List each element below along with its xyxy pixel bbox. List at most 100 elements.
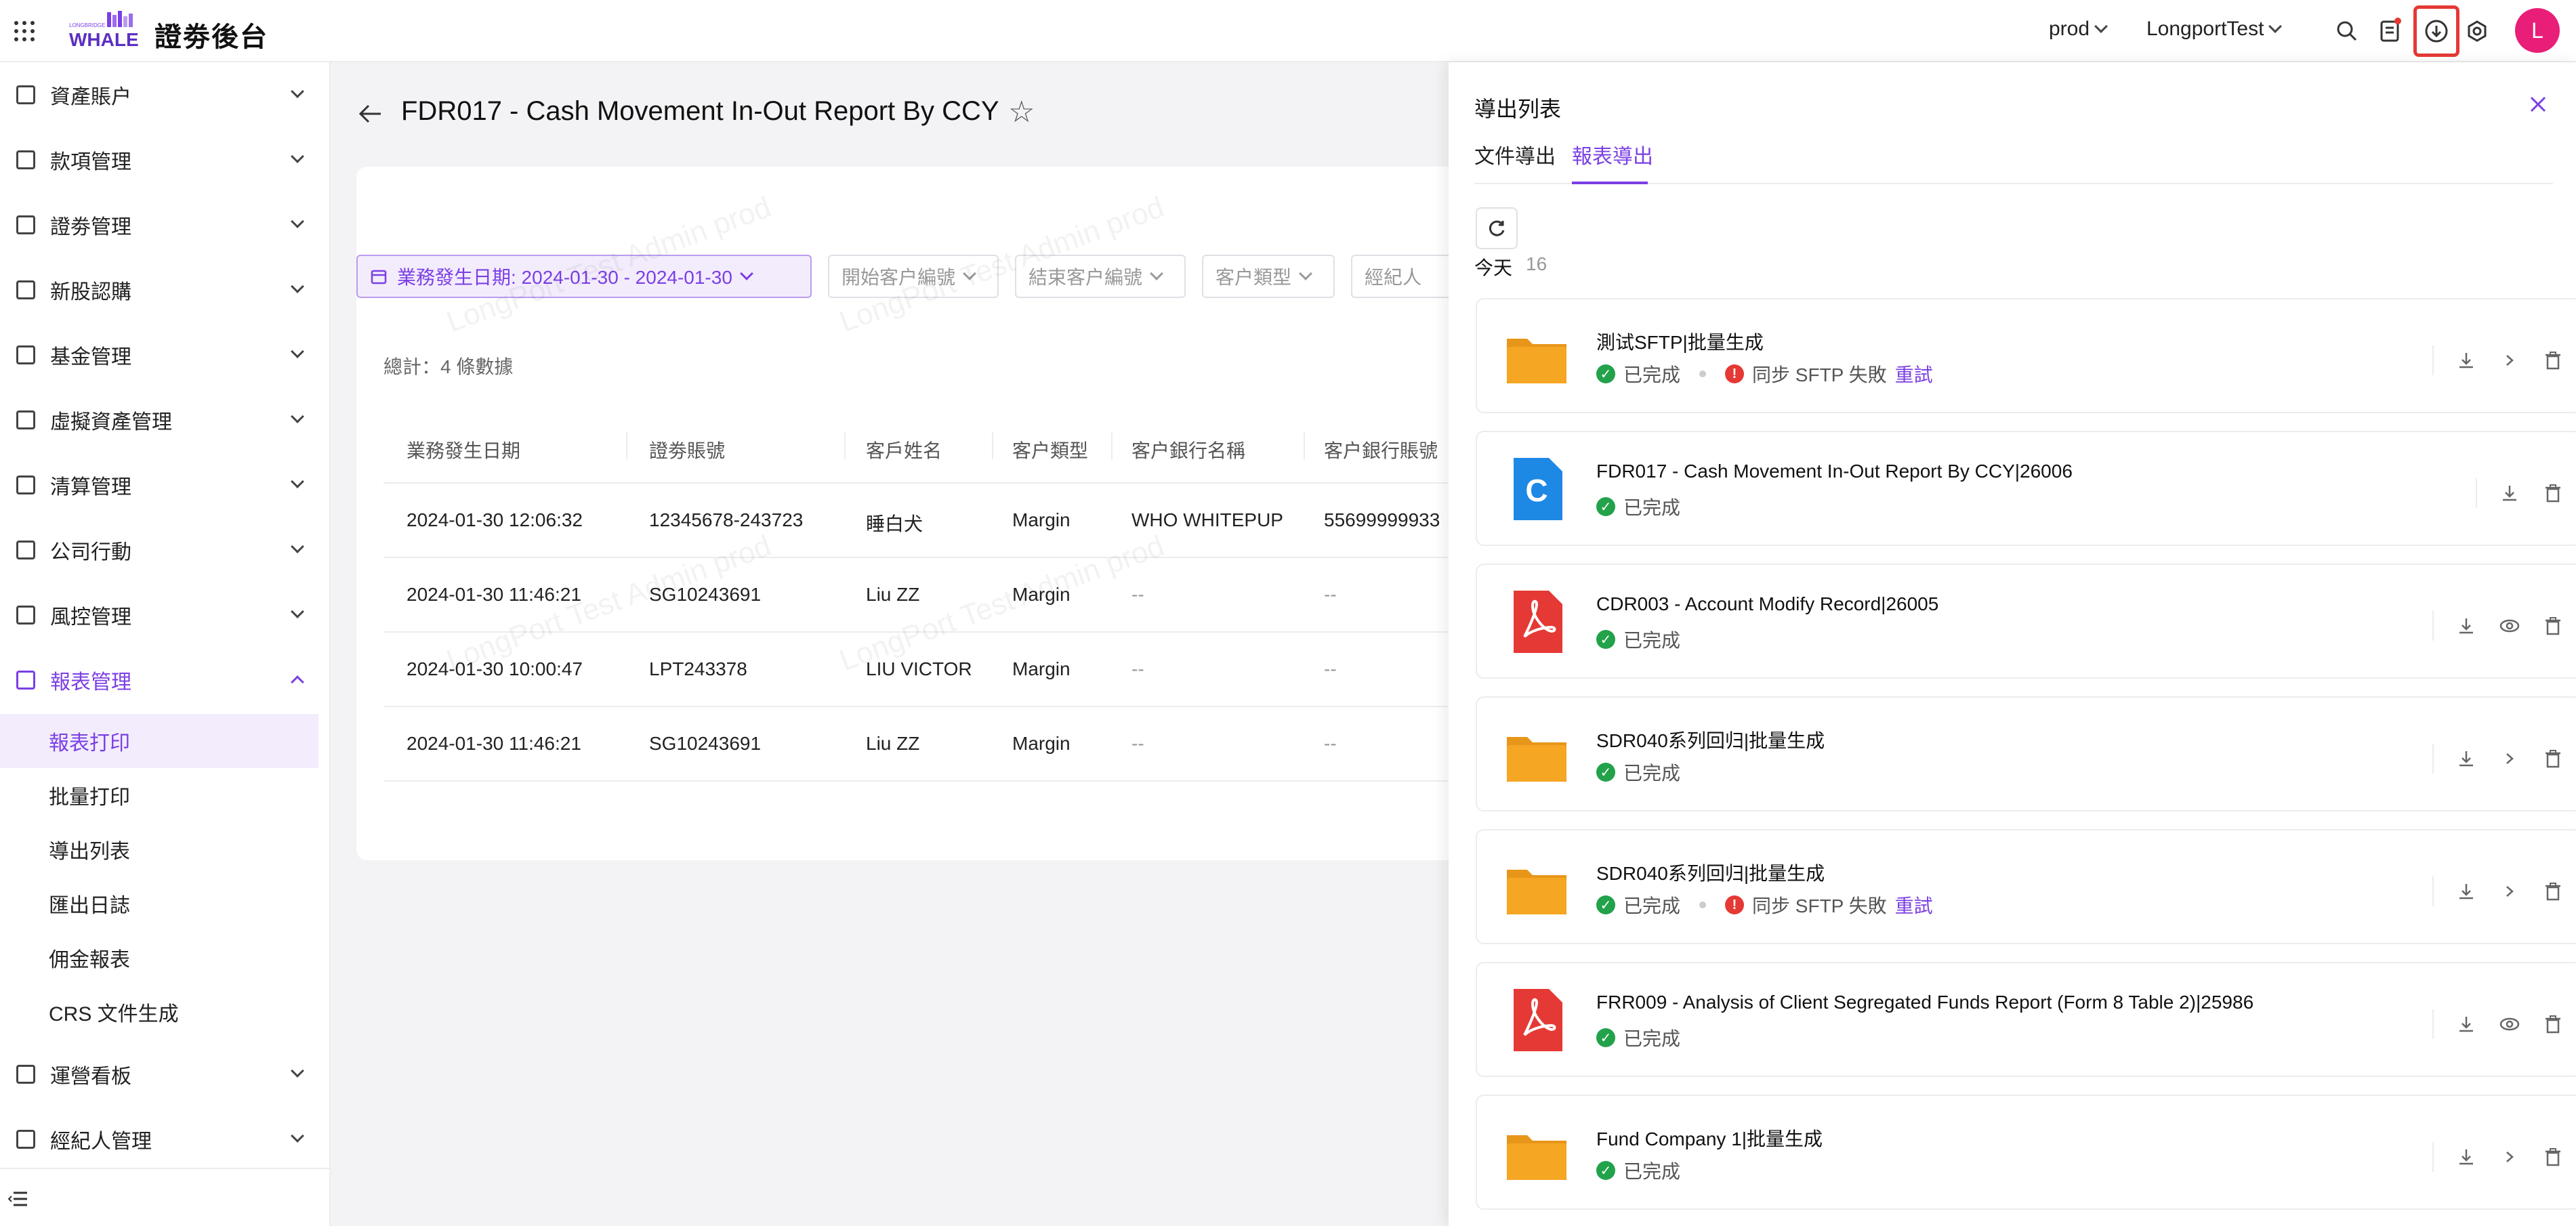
sidebar-item-securities[interactable]: 證劵管理	[0, 192, 331, 257]
tab-file-export[interactable]: 文件導出	[1474, 140, 1556, 169]
trash-icon[interactable]	[2542, 615, 2564, 637]
sidebar-item-label: 運營看板	[50, 1065, 131, 1088]
env-value: prod	[2049, 18, 2090, 40]
account-select[interactable]: LongportTest	[2146, 18, 2283, 41]
retry-link[interactable]: 重試	[1895, 360, 1933, 387]
download-icon[interactable]	[2455, 350, 2477, 371]
sidebar-item-assets[interactable]: 資產賬户	[0, 62, 331, 127]
cell: --	[1131, 658, 1144, 679]
cell: SG10243691	[649, 733, 762, 754]
trash-icon[interactable]	[2542, 482, 2564, 504]
line-chart-icon	[16, 1065, 35, 1084]
collapse-menu-icon[interactable]	[7, 1191, 28, 1207]
chevron-down-icon	[740, 267, 753, 280]
sidebar-subitem-report-print[interactable]: 報表打印	[0, 714, 318, 768]
chevron-down-icon	[291, 540, 304, 553]
status-text: 已完成	[1623, 763, 1681, 784]
favorite-star-icon[interactable]: ☆	[1008, 95, 1035, 129]
sidebar-subitem-crs-file[interactable]: CRS 文件生成	[0, 985, 318, 1039]
refresh-button[interactable]	[1476, 207, 1518, 249]
download-icon[interactable]	[2455, 1146, 2477, 1168]
sidebar-item-label: 資產賬户	[50, 86, 131, 108]
chevron-right-icon[interactable]	[2499, 748, 2520, 769]
sidebar-item-reports[interactable]: 報表管理	[0, 648, 331, 713]
csv-file-icon: C	[1514, 458, 1562, 520]
client-type-select[interactable]: 客户類型	[1202, 255, 1335, 298]
search-icon[interactable]	[2333, 18, 2361, 45]
tab-report-export[interactable]: 報表導出	[1572, 140, 1653, 169]
cell: 12345678-243723	[649, 509, 804, 530]
trash-icon[interactable]	[2542, 350, 2564, 371]
chevron-right-icon[interactable]	[2499, 350, 2520, 371]
active-tab-indicator	[1572, 182, 1648, 184]
svg-text:C: C	[1525, 473, 1547, 508]
today-label: 今天	[1474, 257, 1513, 278]
retry-link[interactable]: 重試	[1895, 891, 1933, 918]
export-item-name: Fund Company 1|批量生成	[1596, 1128, 1823, 1149]
trash-icon[interactable]	[2542, 748, 2564, 769]
cell: Liu ZZ	[866, 733, 920, 754]
sidebar-item-clearing[interactable]: 清算管理	[0, 452, 331, 517]
col-header: 客户類型	[1012, 440, 1089, 461]
sidebar-subitem-export-list[interactable]: 導出列表	[0, 822, 318, 876]
close-icon[interactable]	[2526, 92, 2550, 117]
client-type-placeholder: 客户類型	[1216, 267, 1292, 288]
check-circle-icon: ✓	[1596, 497, 1615, 516]
chevron-down-icon	[2268, 20, 2283, 33]
sidebar-item-label: 新股認購	[50, 281, 131, 303]
status-text: 已完成	[1623, 1161, 1681, 1182]
trash-icon[interactable]	[2542, 1146, 2564, 1168]
sidebar-item-broker-mgmt[interactable]: 經紀人管理	[0, 1107, 331, 1172]
eye-icon[interactable]	[2499, 1013, 2520, 1035]
sidebar-subitem-export-log[interactable]: 匯出日誌	[0, 876, 318, 931]
export-item-status: ✓ 已完成	[1596, 1157, 1680, 1184]
logo-word: WHALE	[69, 29, 139, 49]
cell: Margin	[1012, 658, 1071, 679]
sidebar-item-label: 證劵管理	[50, 216, 131, 238]
chevron-right-icon[interactable]	[2499, 881, 2520, 902]
export-item-status: ✓ 已完成 ! 同步 SFTP 失敗 重試	[1596, 360, 1933, 387]
sidebar-item-risk[interactable]: 風控管理	[0, 583, 331, 648]
table-row[interactable]: 2024-01-30 11:46:21 SG10243691 Liu ZZ Ma…	[383, 707, 1447, 782]
download-icon[interactable]	[2455, 881, 2477, 902]
report-icon	[16, 671, 35, 690]
sidebar-item-virtual-assets[interactable]: 虛擬資產管理	[0, 387, 331, 452]
download-icon[interactable]	[2455, 615, 2477, 637]
sidebar-item-fund-mgmt[interactable]: 基金管理	[0, 322, 331, 387]
export-item-status: ✓ 已完成	[1596, 1024, 1680, 1051]
sidebar-subitem-batch-print[interactable]: 批量打印	[0, 768, 318, 822]
eye-icon[interactable]	[2499, 615, 2520, 637]
download-icon[interactable]	[2455, 1013, 2477, 1035]
chevron-down-icon	[291, 280, 304, 293]
item-actions	[2476, 478, 2564, 508]
sidebar-item-corporate-actions[interactable]: 公司行動	[0, 517, 331, 583]
sidebar-subitem-commission-report[interactable]: 佣金報表	[0, 931, 318, 985]
sidebar-item-label: 虛擬資產管理	[50, 411, 172, 434]
sidebar-item-ipo[interactable]: 新股認購	[0, 257, 331, 322]
folder-icon	[1507, 1135, 1566, 1180]
export-item-name: FRR009 - Analysis of Client Segregated F…	[1596, 992, 2254, 1013]
sidebar-item-label: 清算管理	[50, 476, 131, 499]
sidebar-footer-divider	[0, 1168, 331, 1169]
back-arrow-icon[interactable]	[356, 102, 383, 126]
settings-gear-icon[interactable]	[2464, 18, 2491, 45]
wallet-icon	[16, 85, 35, 104]
logo-small-text: LONGBRIDGE	[69, 22, 105, 28]
cloud-download-icon[interactable]	[2423, 18, 2450, 45]
col-header: 客户銀行賬號	[1324, 440, 1438, 461]
table-row[interactable]: 2024-01-30 12:06:32 12345678-243723 睡白犬 …	[383, 484, 1447, 558]
app-grid-icon[interactable]	[12, 19, 37, 43]
sidebar-item-label: 風控管理	[50, 606, 131, 629]
pdf-file-icon	[1514, 591, 1562, 653]
sidebar-item-ops-dashboard[interactable]: 運營看板	[0, 1042, 331, 1107]
user-avatar[interactable]: L	[2515, 8, 2560, 53]
sidebar-item-label: 款項管理	[50, 151, 131, 173]
env-select[interactable]: prod	[2049, 18, 2108, 41]
trash-icon[interactable]	[2542, 1013, 2564, 1035]
sidebar-item-funds[interactable]: 款項管理	[0, 127, 331, 192]
chevron-right-icon[interactable]	[2499, 1146, 2520, 1168]
download-icon[interactable]	[2499, 482, 2520, 504]
trash-icon[interactable]	[2542, 881, 2564, 902]
check-circle-icon: ✓	[1596, 895, 1615, 914]
download-icon[interactable]	[2455, 748, 2477, 769]
